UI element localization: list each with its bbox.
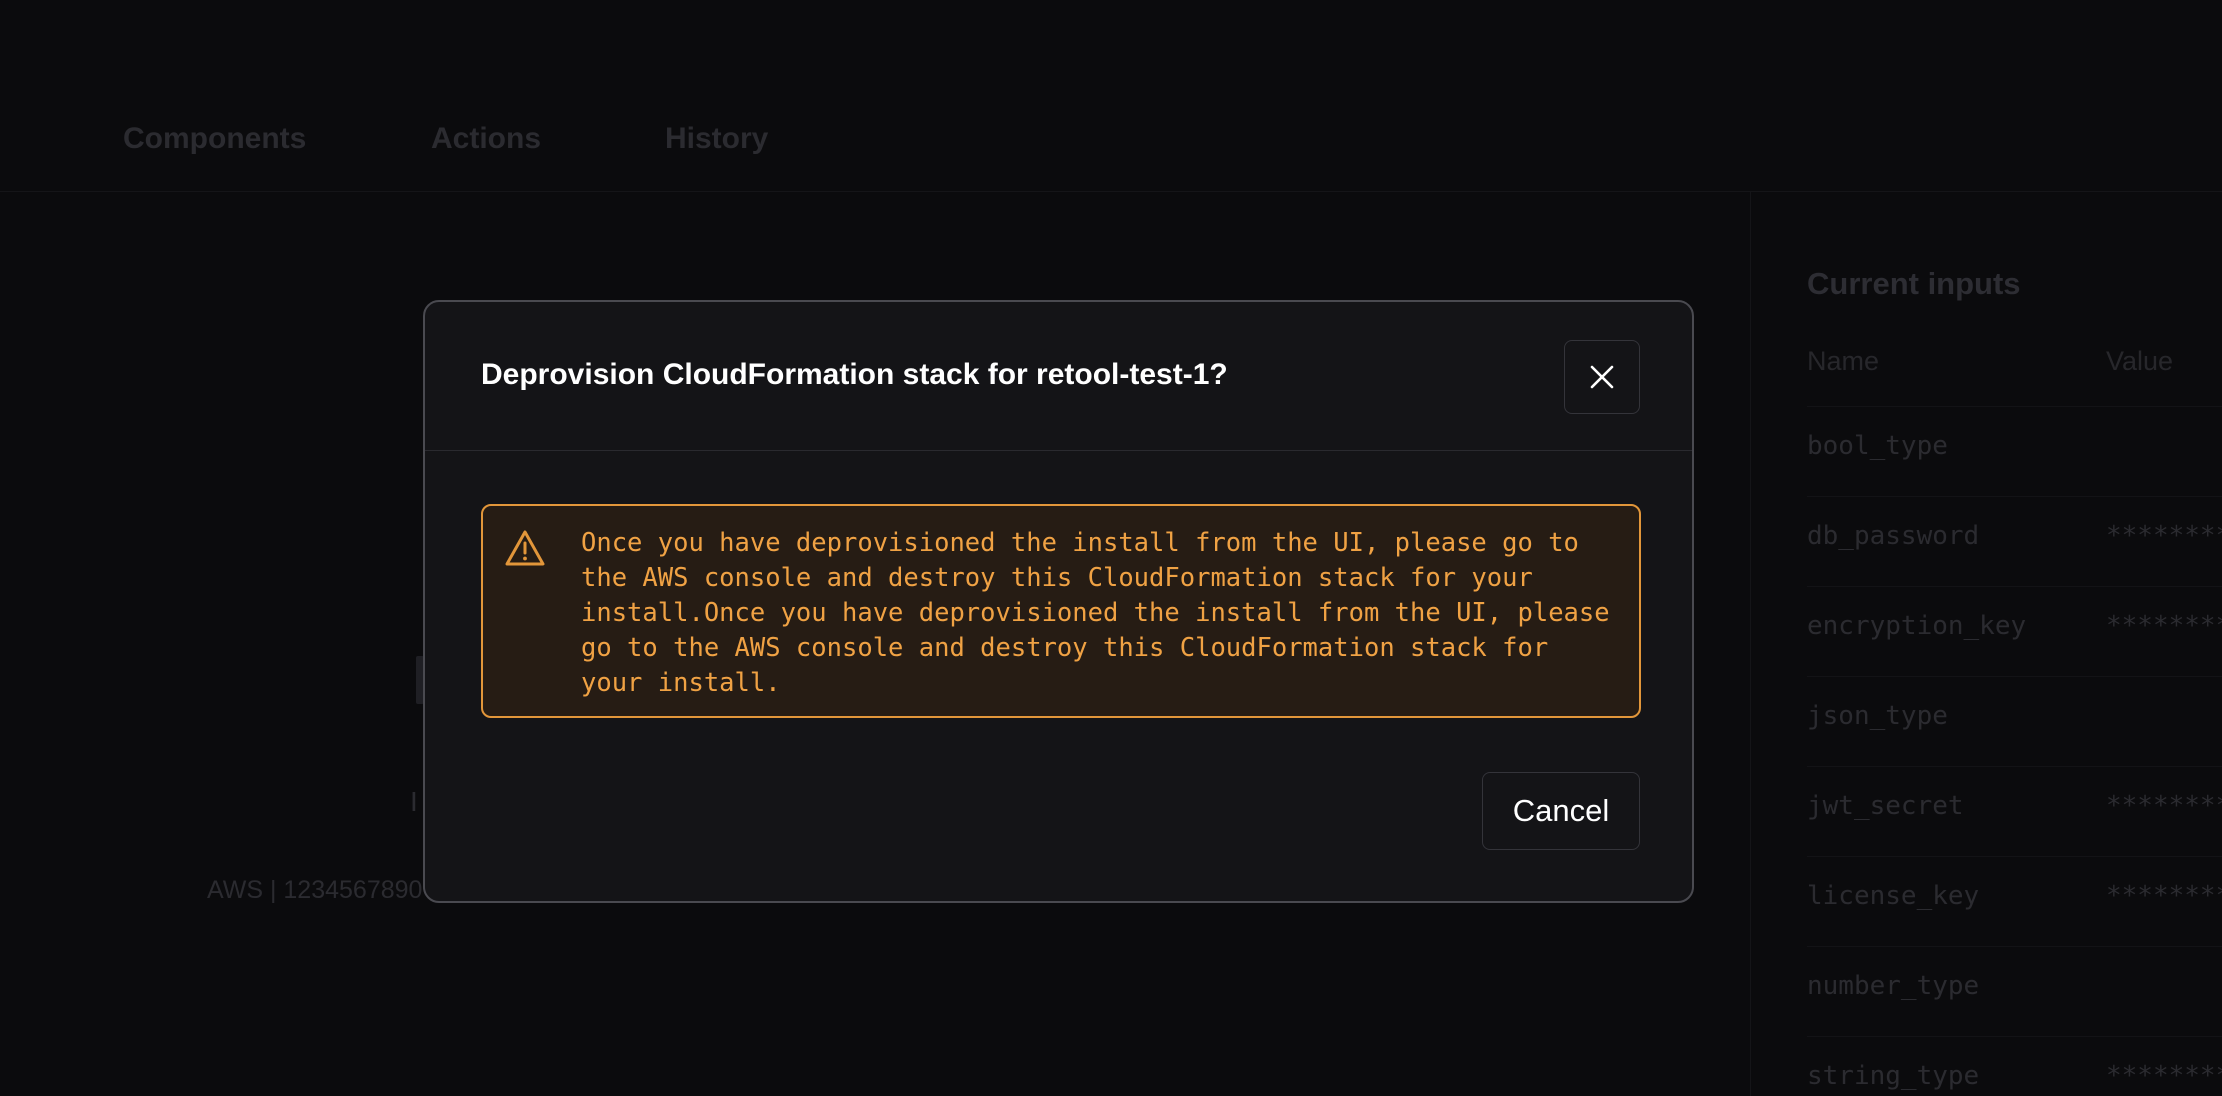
cancel-button[interactable]: Cancel <box>1482 772 1640 850</box>
warning-alert: Once you have deprovisioned the install … <box>481 504 1641 718</box>
close-icon <box>1590 365 1614 389</box>
warning-message: Once you have deprovisioned the install … <box>581 528 1610 698</box>
dialog-header: Deprovision CloudFormation stack for ret… <box>425 302 1692 451</box>
app-page: Components Actions History I AWS | 12345… <box>0 0 2222 1096</box>
dialog-title: Deprovision CloudFormation stack for ret… <box>481 358 1228 391</box>
close-button[interactable] <box>1564 340 1640 414</box>
warning-triangle-icon <box>505 530 545 566</box>
deprovision-dialog: Deprovision CloudFormation stack for ret… <box>423 300 1694 903</box>
